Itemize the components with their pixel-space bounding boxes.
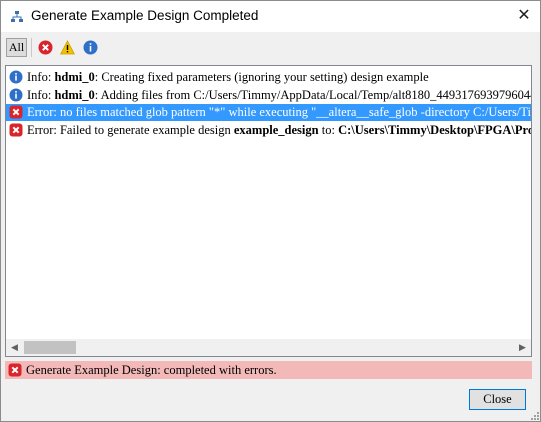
title-bar[interactable]: Generate Example Design Completed ✕: [1, 1, 540, 32]
error-icon: [9, 123, 23, 137]
close-button[interactable]: Close: [469, 389, 526, 410]
status-text: Generate Example Design: completed with …: [26, 363, 277, 377]
close-window-button[interactable]: ✕: [511, 5, 537, 27]
message-text: Error: Failed to generate example design…: [27, 123, 531, 137]
message-row-info-2[interactable]: Info: hdmi_0: Adding files from C:/Users…: [6, 87, 531, 104]
message-text: Info: hdmi_0: Creating fixed parameters …: [27, 70, 429, 84]
filter-all-button[interactable]: All: [6, 38, 27, 57]
info-icon: [9, 88, 23, 102]
error-filter-icon[interactable]: [38, 40, 53, 55]
scroll-right-icon[interactable]: ▶: [514, 339, 531, 356]
resize-grip-icon[interactable]: [531, 412, 540, 421]
message-row-error[interactable]: Error: Failed to generate example design…: [6, 122, 531, 139]
info-filter-icon[interactable]: [83, 40, 98, 55]
toolbar: All: [1, 32, 540, 62]
horizontal-scrollbar[interactable]: ◀ ▶: [6, 339, 531, 356]
error-icon: [8, 363, 22, 377]
scrollbar-thumb[interactable]: [24, 341, 76, 354]
dialog-window: Generate Example Design Completed ✕ All: [0, 0, 541, 422]
message-text: Error: no files matched glob pattern "*"…: [27, 105, 531, 119]
status-bar: Generate Example Design: completed with …: [5, 361, 532, 379]
app-icon: [11, 11, 23, 22]
error-icon: [9, 105, 23, 119]
info-icon: [9, 70, 23, 84]
message-text: Info: hdmi_0: Adding files from C:/Users…: [27, 88, 531, 102]
warning-filter-icon[interactable]: [60, 40, 75, 55]
message-list[interactable]: Info: hdmi_0: Creating fixed parameters …: [5, 65, 532, 357]
message-row-error-selected[interactable]: Error: no files matched glob pattern "*"…: [6, 104, 531, 121]
toolbar-separator: [31, 38, 32, 57]
window-title: Generate Example Design Completed: [31, 8, 259, 23]
message-row-info-1[interactable]: Info: hdmi_0: Creating fixed parameters …: [6, 69, 531, 86]
scroll-left-icon[interactable]: ◀: [6, 339, 23, 356]
